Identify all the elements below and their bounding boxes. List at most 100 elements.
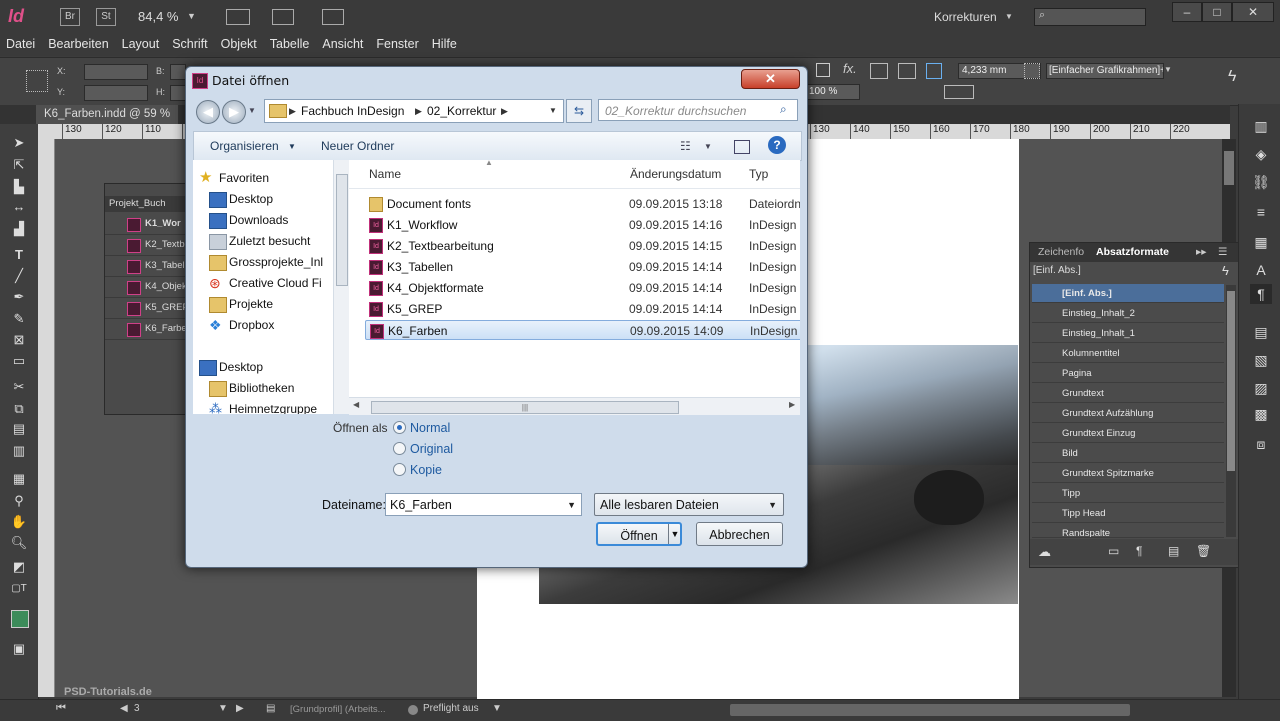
nav-item-downloads[interactable]: Downloads (209, 210, 288, 230)
menu-tabelle[interactable]: Tabelle (264, 34, 317, 51)
organize-dropdown-icon[interactable]: ▼ (288, 142, 296, 151)
open-as-normal-radio[interactable]: Normal (393, 421, 450, 435)
workspace-switcher[interactable]: Korrekturen (934, 10, 997, 24)
book-item[interactable]: K5_GREP (105, 298, 189, 319)
quick-apply-icon[interactable]: ϟ (1222, 263, 1229, 278)
column-date[interactable]: Änderungsdatum (630, 167, 721, 181)
lightning-icon[interactable]: ϟ (1228, 68, 1236, 86)
zoom-dropdown-icon[interactable]: ▼ (187, 11, 196, 21)
style-item[interactable]: Pagina (1032, 364, 1224, 383)
collapse-panel-icon[interactable]: ▸▸ (1196, 246, 1207, 258)
style-item[interactable]: Kolumnentitel (1032, 344, 1224, 363)
menu-ansicht[interactable]: Ansicht (316, 34, 370, 51)
style-item[interactable]: Einstieg_Inhalt_2 (1032, 304, 1224, 323)
free-transform-tool-icon[interactable]: ⧉ (9, 400, 29, 418)
page-tool-icon[interactable]: ▙ (9, 178, 29, 196)
forward-button[interactable]: ▶ (222, 100, 246, 124)
file-row[interactable]: Id K5_GREP 09.09.2015 14:14 InDesign I (365, 299, 800, 319)
layers-panel-icon[interactable]: ◈ (1250, 144, 1272, 164)
screen-mode-icon[interactable]: ▣ (9, 640, 29, 658)
nav-item-desktop[interactable]: Desktop (209, 189, 273, 209)
gradient-feather-tool-icon[interactable]: ▥ (9, 442, 29, 460)
formatting-affects-icon[interactable]: ▢T (9, 580, 29, 598)
cancel-button[interactable]: Abbrechen (696, 522, 783, 546)
next-page-icon[interactable]: ▶ (236, 703, 244, 714)
book-item[interactable]: K3_Tabel (105, 256, 185, 277)
bridge-button[interactable]: Br (60, 8, 80, 26)
menu-bearbeiten[interactable]: Bearbeiten (42, 34, 115, 51)
file-list-horizontal-scrollbar[interactable]: ◀ ||| ▶ (349, 397, 800, 415)
nav-item-recent[interactable]: Zuletzt besucht (209, 231, 310, 251)
nav-item-desktop-root[interactable]: Desktop (199, 357, 263, 377)
folder-search-input[interactable]: 02_Korrektur durchsuchen (598, 99, 798, 121)
dialog-close-button[interactable]: ✕ (741, 69, 800, 89)
organize-button[interactable]: Organisieren (210, 139, 279, 153)
open-as-copy-radio[interactable]: Kopie (393, 463, 442, 477)
normal-mode-icon[interactable] (11, 610, 29, 628)
recent-locations-icon[interactable]: ▼ (248, 106, 256, 115)
menu-datei[interactable]: Datei (0, 34, 42, 51)
tab-paragraph-styles[interactable]: Absatzformate (1096, 246, 1169, 258)
trash-icon[interactable]: 🗑︎ (1196, 544, 1211, 558)
nav-item-folder[interactable]: Grossprojekte_Inl (209, 252, 323, 272)
refresh-button[interactable]: ⇆ (566, 99, 592, 123)
table-panel-icon[interactable]: ▤ (1250, 322, 1272, 342)
style-item[interactable]: Grundtext Aufzählung (1032, 404, 1224, 423)
preflight-status[interactable]: Preflight aus (423, 703, 479, 714)
file-row[interactable]: Document fonts 09.09.2015 13:18 Dateiordn (365, 194, 800, 214)
nav-item-creative-cloud[interactable]: ⊛ Creative Cloud Fi (209, 273, 322, 293)
opacity-field[interactable]: 100 % (806, 84, 860, 100)
style-item[interactable]: Grundtext (1032, 384, 1224, 403)
width-field[interactable] (170, 64, 186, 80)
horizontal-scrollbar-thumb[interactable] (730, 704, 1130, 716)
page-dropdown-icon[interactable]: ▼ (218, 703, 228, 714)
style-item[interactable]: Bild (1032, 444, 1224, 463)
style-item[interactable]: Tipp Head (1032, 504, 1224, 523)
preflight-dropdown-icon[interactable]: ▼ (492, 703, 502, 714)
filetype-select[interactable]: Alle lesbaren Dateien ▼ (594, 493, 784, 516)
fill-stroke-icon[interactable]: ◩ (9, 558, 29, 576)
column-type[interactable]: Typ (749, 167, 768, 181)
nav-item-projekte[interactable]: Projekte (209, 294, 273, 314)
nav-item-dropbox[interactable]: ❖ Dropbox (209, 315, 274, 335)
back-button[interactable]: ◀ (196, 100, 220, 124)
table-styles-panel-icon[interactable]: ▨ (1250, 378, 1272, 398)
object-style-dropdown-icon[interactable]: ▼ (1164, 65, 1172, 74)
scroll-left-icon[interactable]: ◀ (353, 400, 359, 409)
navigation-scrollbar[interactable] (333, 160, 349, 414)
line-tool-icon[interactable]: ╱ (9, 267, 29, 285)
breadcrumb-separator-icon[interactable]: ▶ (415, 100, 422, 122)
menu-objekt[interactable]: Objekt (215, 34, 264, 51)
scrollbar-thumb[interactable] (1227, 291, 1235, 471)
prev-page-icon[interactable]: ◀ (120, 703, 128, 714)
nav-item-libraries[interactable]: Bibliotheken (209, 378, 294, 398)
page-number-field[interactable]: 3 (134, 703, 214, 714)
menu-hilfe[interactable]: Hilfe (426, 34, 464, 51)
stroke-style-icon[interactable] (944, 85, 974, 99)
book-item[interactable]: K4_Objek (105, 277, 187, 298)
hand-tool-icon[interactable]: ✋ (9, 513, 29, 531)
nav-item-homegroup[interactable]: ⁂ Heimnetzgruppe (209, 399, 317, 414)
frame-style-icon[interactable] (1024, 63, 1040, 79)
new-group-icon[interactable]: ▭ (1108, 544, 1119, 558)
note-tool-icon[interactable]: ▦ (9, 470, 29, 488)
open-options-dropdown-icon[interactable]: ▼ (668, 524, 681, 544)
preflight-profile[interactable]: [Grundprofil] (Arbeits... (290, 704, 386, 715)
object-styles-panel-icon[interactable]: ▩ (1250, 404, 1272, 424)
tab-character-styles[interactable]: Zeichenfo (1038, 246, 1084, 258)
scissors-tool-icon[interactable]: ✂ (9, 378, 29, 396)
first-page-icon[interactable]: ⏮ (56, 702, 66, 715)
direct-selection-tool-icon[interactable]: ⇱ (9, 156, 29, 174)
links-panel-icon[interactable]: ⛓ (1250, 172, 1272, 192)
menu-layout[interactable]: Layout (116, 34, 167, 51)
arrange-documents-icon[interactable] (322, 9, 344, 25)
frame-icon[interactable] (816, 63, 830, 77)
filetype-dropdown-icon[interactable]: ▼ (768, 494, 777, 517)
fit-content-icon[interactable] (898, 63, 916, 79)
stock-button[interactable]: St (96, 8, 116, 26)
maximize-button[interactable]: □ (1202, 2, 1232, 22)
reference-point-icon[interactable] (26, 70, 48, 92)
pages-panel-icon[interactable]: ▥ (1250, 116, 1272, 136)
fit-icon[interactable] (870, 63, 888, 79)
book-item[interactable]: K6_Farbe (105, 319, 187, 340)
